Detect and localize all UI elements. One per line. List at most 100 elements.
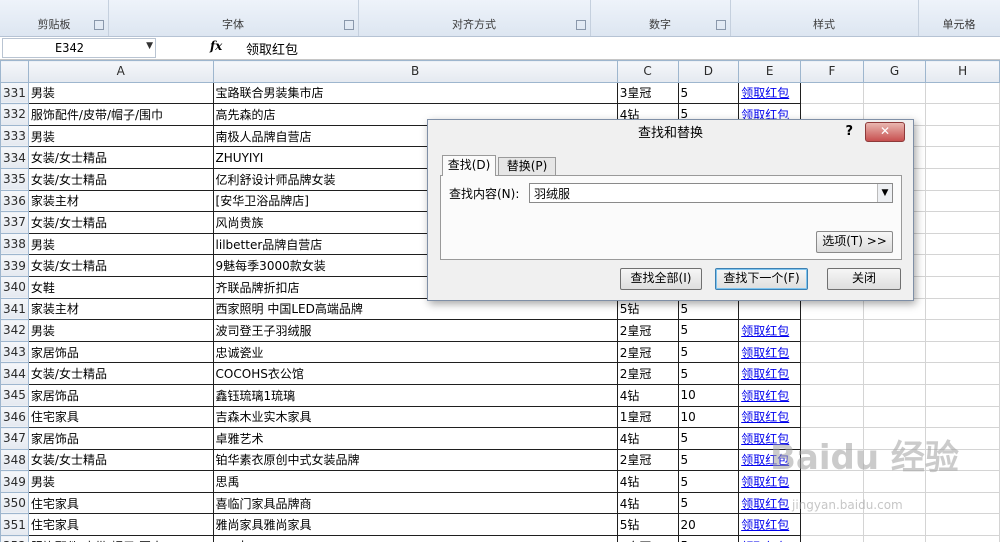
- cell-a[interactable]: 家装主材: [27, 297, 214, 321]
- red-packet-link[interactable]: 领取红包: [741, 518, 789, 532]
- cell-c[interactable]: 5钻: [616, 297, 679, 321]
- cell-e[interactable]: 领取红包: [738, 535, 802, 542]
- cell-e[interactable]: 领取红包: [738, 383, 802, 407]
- insert-function-icon[interactable]: fx: [210, 39, 222, 53]
- cell-e[interactable]: 领取红包: [738, 362, 802, 385]
- column-header[interactable]: C: [616, 60, 679, 83]
- cell-g[interactable]: [862, 405, 927, 429]
- row-header[interactable]: 349: [0, 470, 29, 493]
- row-header[interactable]: 331: [0, 81, 29, 105]
- cell-h[interactable]: [925, 319, 1000, 342]
- cell-d[interactable]: 5: [677, 340, 740, 364]
- row-header[interactable]: 335: [0, 167, 29, 191]
- cell-d[interactable]: 5: [677, 535, 740, 542]
- cell-b[interactable]: 吉森木业实木家具: [212, 405, 618, 429]
- cell-d[interactable]: 5: [677, 491, 740, 515]
- cell-c[interactable]: 2皇冠: [616, 362, 679, 385]
- cell-c[interactable]: 5钻: [616, 513, 679, 537]
- formula-input[interactable]: 领取红包: [246, 39, 298, 58]
- cell-c[interactable]: 2皇冠: [616, 535, 679, 542]
- cell-a[interactable]: 女鞋: [27, 275, 214, 299]
- cell-e[interactable]: 领取红包: [738, 340, 802, 364]
- cell-e[interactable]: 领取红包: [738, 319, 802, 342]
- cell-f[interactable]: [800, 340, 864, 364]
- row-header[interactable]: 332: [0, 103, 29, 126]
- red-packet-link[interactable]: 领取红包: [741, 410, 789, 424]
- cell-a[interactable]: 家装主材: [27, 189, 214, 213]
- cell-a[interactable]: 家居饰品: [27, 340, 214, 364]
- cell-d[interactable]: 10: [677, 405, 740, 429]
- cell-f[interactable]: [800, 319, 864, 342]
- cell-b[interactable]: 卓雅艺术: [212, 427, 618, 450]
- cell-h[interactable]: [925, 383, 1000, 407]
- cell-f[interactable]: [800, 81, 864, 105]
- red-packet-link[interactable]: 领取红包: [741, 389, 789, 403]
- row-header[interactable]: 341: [0, 297, 29, 321]
- chevron-down-icon[interactable]: ▼: [146, 41, 153, 51]
- cell-b[interactable]: 宝路联合男装集市店: [212, 81, 618, 105]
- row-header[interactable]: 348: [0, 448, 29, 472]
- cell-h[interactable]: [925, 297, 1000, 321]
- cell-c[interactable]: 2皇冠: [616, 448, 679, 472]
- cell-a[interactable]: 女装/女士精品: [27, 254, 214, 277]
- cell-a[interactable]: 家居饰品: [27, 427, 214, 450]
- cell-f[interactable]: [800, 362, 864, 385]
- alignment-launcher-icon[interactable]: [576, 20, 586, 30]
- row-header[interactable]: 352: [0, 535, 29, 542]
- clipboard-launcher-icon[interactable]: [94, 20, 104, 30]
- row-header[interactable]: 334: [0, 146, 29, 169]
- cell-h[interactable]: [925, 189, 1000, 213]
- cell-c[interactable]: 2皇冠: [616, 340, 679, 364]
- cell-d[interactable]: 5: [677, 427, 740, 450]
- cell-b[interactable]: 忠诚瓷业: [212, 340, 618, 364]
- select-all-corner[interactable]: [0, 60, 29, 83]
- cell-h[interactable]: [925, 535, 1000, 542]
- cell-h[interactable]: [925, 167, 1000, 191]
- cell-d[interactable]: 5: [677, 470, 740, 493]
- cell-a[interactable]: 男装: [27, 232, 214, 256]
- cell-e[interactable]: 领取红包: [738, 405, 802, 429]
- red-packet-link[interactable]: 领取红包: [741, 497, 789, 511]
- name-box[interactable]: E342 ▼: [2, 38, 156, 58]
- cell-g[interactable]: [862, 535, 927, 542]
- column-header[interactable]: H: [925, 60, 1000, 83]
- cell-b[interactable]: gsg jeans: [212, 535, 618, 542]
- row-header[interactable]: 340: [0, 275, 29, 299]
- close-icon[interactable]: ✕: [865, 122, 905, 142]
- cell-a[interactable]: 家居饰品: [27, 383, 214, 407]
- cell-e[interactable]: 领取红包: [738, 81, 802, 105]
- cell-h[interactable]: [925, 362, 1000, 385]
- column-header[interactable]: E: [738, 60, 802, 83]
- find-next-button[interactable]: 查找下一个(F): [715, 268, 808, 290]
- tab-find[interactable]: 查找(D): [442, 155, 496, 176]
- cell-d[interactable]: 10: [677, 383, 740, 407]
- number-launcher-icon[interactable]: [716, 20, 726, 30]
- cell-b[interactable]: 思禹: [212, 470, 618, 493]
- cell-h[interactable]: [925, 103, 1000, 126]
- row-header[interactable]: 336: [0, 189, 29, 213]
- cell-a[interactable]: 女装/女士精品: [27, 146, 214, 169]
- cell-f[interactable]: [800, 297, 864, 321]
- red-packet-link[interactable]: 领取红包: [741, 324, 789, 338]
- font-launcher-icon[interactable]: [344, 20, 354, 30]
- chevron-down-icon[interactable]: ▼: [877, 184, 892, 202]
- cell-a[interactable]: 女装/女士精品: [27, 448, 214, 472]
- cell-e[interactable]: 领取红包: [738, 513, 802, 537]
- cell-h[interactable]: [925, 491, 1000, 515]
- cell-a[interactable]: 住宅家具: [27, 491, 214, 515]
- cell-a[interactable]: 女装/女士精品: [27, 167, 214, 191]
- cell-h[interactable]: [925, 254, 1000, 277]
- cell-h[interactable]: [925, 513, 1000, 537]
- cell-a[interactable]: 男装: [27, 124, 214, 148]
- cell-g[interactable]: [862, 383, 927, 407]
- cell-a[interactable]: 服饰配件/皮带/帽子/围巾: [27, 103, 214, 126]
- cell-a[interactable]: 男装: [27, 81, 214, 105]
- cell-a[interactable]: 女装/女士精品: [27, 362, 214, 385]
- cell-c[interactable]: 4钻: [616, 427, 679, 450]
- cell-b[interactable]: 西家照明 中国LED高端品牌: [212, 297, 618, 321]
- cell-d[interactable]: 5: [677, 319, 740, 342]
- row-header[interactable]: 345: [0, 383, 29, 407]
- row-header[interactable]: 347: [0, 427, 29, 450]
- tab-replace[interactable]: 替换(P): [498, 157, 556, 176]
- row-header[interactable]: 346: [0, 405, 29, 429]
